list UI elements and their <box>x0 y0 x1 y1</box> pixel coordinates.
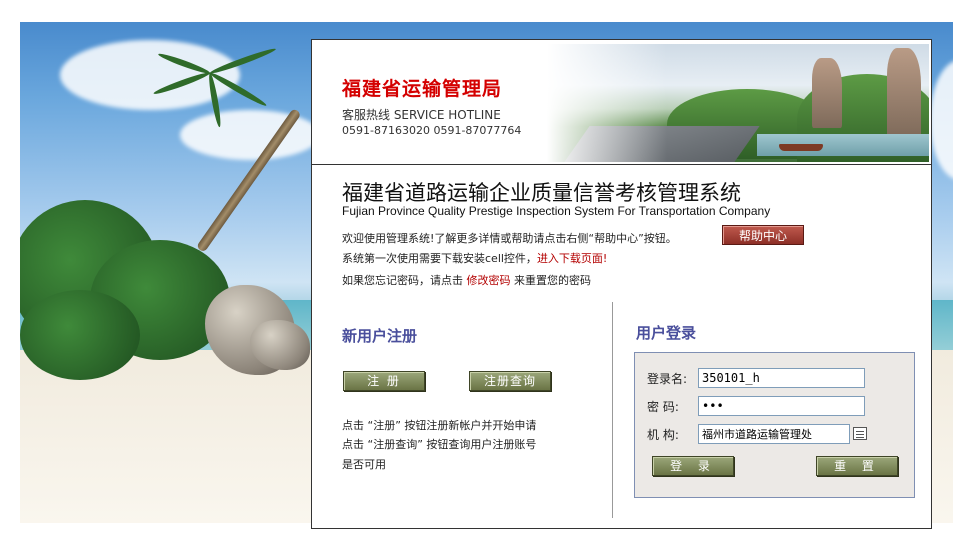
help-center-button[interactable]: 帮助中心 <box>722 225 804 245</box>
change-password-link[interactable]: 修改密码 <box>467 274 511 287</box>
username-input[interactable] <box>698 368 865 388</box>
registration-query-button[interactable]: 注册查询 <box>469 371 551 391</box>
photo-fade <box>547 44 667 162</box>
org-name: 福建省运输管理局 <box>342 78 503 100</box>
cloud <box>930 60 953 180</box>
password-notice-prefix: 如果您忘记密码，请点击 <box>342 274 467 287</box>
banner-landscape-image <box>547 44 929 162</box>
username-label: 登录名: <box>647 372 688 386</box>
registration-help-text: 点击 “注册查询” 按钮查询用户注册账号 <box>342 438 537 451</box>
login-title: 用户登录 <box>636 324 697 342</box>
welcome-notice: 欢迎使用管理系统!了解更多详情或帮助请点击右侧“帮助中心”按钮。 <box>342 232 677 245</box>
left-margin <box>0 0 20 543</box>
bamboo-raft <box>779 144 823 151</box>
hotline-numbers: 0591-87163020 0591-87077764 <box>342 124 522 137</box>
cloud <box>180 110 320 160</box>
download-page-link[interactable]: 进入下载页面! <box>537 252 607 265</box>
login-form: 登录名: 密 码: 机 构: 登 录 重 置 <box>634 352 915 498</box>
register-button[interactable]: 注 册 <box>343 371 425 391</box>
list-picker-icon[interactable] <box>853 427 867 440</box>
download-notice-text: 系统第一次使用需要下载安装cell控件， <box>342 252 537 265</box>
password-label: 密 码: <box>647 400 679 414</box>
password-notice: 如果您忘记密码，请点击 修改密码 来重置您的密码 <box>342 272 591 288</box>
registration-help-text: 是否可用 <box>342 458 386 471</box>
hotline-label: 客服热线 SERVICE HOTLINE <box>342 108 501 122</box>
password-notice-suffix: 来重置您的密码 <box>510 274 591 287</box>
download-notice: 系统第一次使用需要下载安装cell控件，进入下载页面! <box>342 250 607 266</box>
cliff <box>887 48 921 138</box>
system-subtitle: Fujian Province Quality Prestige Inspect… <box>342 204 771 218</box>
system-title: 福建省道路运输企业质量信誉考核管理系统 <box>342 181 741 205</box>
password-input[interactable] <box>698 396 865 416</box>
header-banner: 福建省运输管理局 客服热线 SERVICE HOTLINE 0591-87163… <box>312 40 931 165</box>
main-panel: 福建省运输管理局 客服热线 SERVICE HOTLINE 0591-87163… <box>311 39 932 529</box>
registration-title: 新用户注册 <box>342 327 418 345</box>
registration-help-text: 点击 “注册” 按钮注册新帐户并开始申请 <box>342 419 537 432</box>
reset-button[interactable]: 重 置 <box>816 456 898 476</box>
organization-input[interactable] <box>698 424 850 444</box>
login-button[interactable]: 登 录 <box>652 456 734 476</box>
vertical-divider <box>612 302 613 518</box>
cliff <box>812 58 842 128</box>
organization-label: 机 构: <box>647 428 679 442</box>
top-margin <box>0 0 953 22</box>
bush <box>20 290 140 380</box>
